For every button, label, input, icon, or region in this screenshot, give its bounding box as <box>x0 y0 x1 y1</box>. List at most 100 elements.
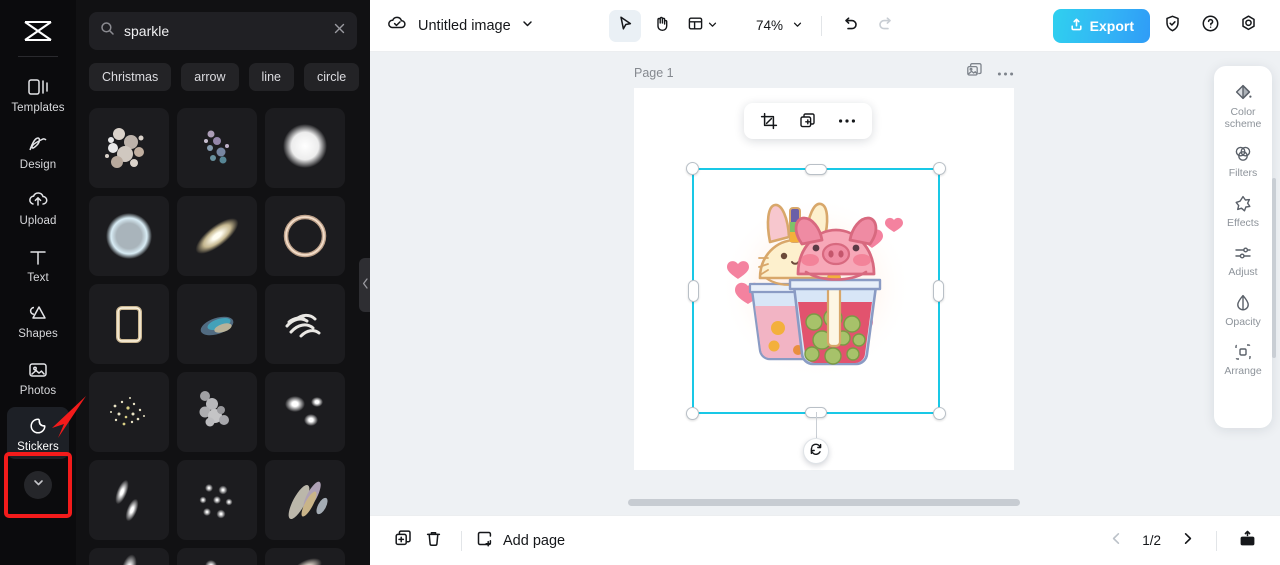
chip-christmas[interactable]: Christmas <box>89 63 172 91</box>
more-horizontal-icon[interactable] <box>997 64 1014 82</box>
sidebar-item-upload[interactable]: Upload <box>7 181 69 233</box>
templates-icon <box>25 75 51 99</box>
page-navigation: 1/2 <box>1102 526 1262 556</box>
undo-button[interactable] <box>834 10 866 42</box>
sticker-result-item[interactable] <box>265 548 345 565</box>
document-title[interactable]: Untitled image <box>418 18 511 34</box>
close-icon[interactable] <box>333 22 346 40</box>
sticker-result-item[interactable] <box>265 460 345 540</box>
sidebar-item-label: Stickers <box>17 441 59 453</box>
sidebar-item-text[interactable]: Text <box>7 238 69 290</box>
capcut-logo-icon[interactable] <box>16 14 60 48</box>
sidebar-expand-more-button[interactable] <box>24 470 52 499</box>
prev-page-button[interactable] <box>1102 527 1130 555</box>
add-page-button[interactable]: Add page <box>475 529 565 553</box>
filters-icon <box>1232 143 1254 165</box>
panel-item-opacity[interactable]: Opacity <box>1215 286 1271 336</box>
panel-collapse-handle[interactable] <box>359 258 370 312</box>
panel-item-adjust[interactable]: Adjust <box>1215 236 1271 286</box>
sticker-result-item[interactable] <box>177 460 257 540</box>
settings-gear-icon <box>1239 14 1258 38</box>
rotate-handle[interactable] <box>803 438 829 464</box>
sticker-result-item[interactable] <box>265 284 345 364</box>
color-scheme-icon <box>1232 82 1254 104</box>
delete-page-button[interactable] <box>418 526 448 556</box>
search-box[interactable] <box>89 12 357 50</box>
sidebar-item-photos[interactable]: Photos <box>7 351 69 403</box>
sidebar-item-label: Design <box>19 158 57 171</box>
sidebar-item-design[interactable]: Design <box>7 125 69 177</box>
zoom-control[interactable]: 74% <box>750 10 809 42</box>
chip-circle[interactable]: circle <box>304 63 360 91</box>
sticker-result-item[interactable] <box>89 196 169 276</box>
panel-item-filters[interactable]: Filters <box>1215 137 1271 187</box>
sticker-result-item[interactable] <box>265 108 345 188</box>
page-header: Page 1 <box>634 62 1014 84</box>
resize-handle-right[interactable] <box>933 280 944 302</box>
resize-handle-left[interactable] <box>688 280 699 302</box>
sticker-result-item[interactable] <box>89 372 169 452</box>
cloud-saved-icon[interactable] <box>386 13 408 38</box>
panel-item-arrange[interactable]: Arrange <box>1215 335 1271 385</box>
present-button[interactable] <box>1232 526 1262 556</box>
sticker-result-item[interactable] <box>177 548 257 565</box>
panel-item-label: Arrange <box>1224 365 1262 377</box>
search-icon <box>100 21 115 41</box>
sidebar-item-label: Templates <box>11 102 65 114</box>
selection-box[interactable] <box>686 162 946 464</box>
sticker-result-item[interactable] <box>89 284 169 364</box>
chip-arrow[interactable]: arrow <box>181 63 239 91</box>
chip-line[interactable]: line <box>248 63 294 91</box>
bottom-toolbar: Add page 1/2 <box>370 515 1280 565</box>
sticker-result-item[interactable] <box>265 196 345 276</box>
search-input[interactable] <box>124 23 324 39</box>
export-button[interactable]: Export <box>1052 8 1150 43</box>
sticker-result-item[interactable] <box>177 284 257 364</box>
effects-star-icon <box>1232 193 1254 215</box>
layout-tool-button[interactable] <box>681 10 724 42</box>
toolbar-left-group: Untitled image <box>386 13 534 38</box>
panel-item-effects[interactable]: Effects <box>1215 187 1271 237</box>
text-icon <box>25 245 51 269</box>
properties-panel-scrollbar[interactable] <box>1272 178 1276 358</box>
sticker-result-item[interactable] <box>89 108 169 188</box>
resize-handle-bottom-left[interactable] <box>686 407 699 420</box>
sticker-result-item[interactable] <box>177 108 257 188</box>
more-button[interactable] <box>834 108 860 134</box>
resize-handle-bottom-right[interactable] <box>933 407 946 420</box>
resize-handle-top-left[interactable] <box>686 162 699 175</box>
sidebar-item-templates[interactable]: Templates <box>7 68 69 120</box>
sticker-result-item[interactable] <box>177 196 257 276</box>
hand-tool-button[interactable] <box>645 10 677 42</box>
duplicate-button[interactable] <box>795 108 821 134</box>
resize-handle-top[interactable] <box>805 164 827 175</box>
next-page-button[interactable] <box>1173 527 1201 555</box>
panel-item-label: Adjust <box>1228 266 1258 278</box>
chevron-down-icon[interactable] <box>521 17 534 35</box>
sidebar-item-label: Text <box>27 271 49 284</box>
shield-button[interactable] <box>1156 10 1188 42</box>
sticker-result-item[interactable] <box>265 372 345 452</box>
panel-item-color-scheme[interactable]: Color scheme <box>1215 76 1271 137</box>
crop-button[interactable] <box>756 108 782 134</box>
top-toolbar: Untitled image 74% Export <box>370 0 1280 52</box>
cursor-arrow-icon <box>617 15 634 37</box>
sticker-result-item[interactable] <box>89 548 169 565</box>
duplicate-page-button[interactable] <box>388 526 418 556</box>
panel-item-label: Opacity <box>1225 315 1261 328</box>
shapes-icon <box>25 301 51 325</box>
redo-icon <box>877 14 895 37</box>
duplicate-image-icon[interactable] <box>966 62 983 84</box>
sticker-result-item[interactable] <box>177 372 257 452</box>
sidebar-item-stickers[interactable]: Stickers <box>7 407 69 459</box>
resize-handle-top-right[interactable] <box>933 162 946 175</box>
canvas-stage[interactable]: Page 1 Color scheme Filters Effects Adju… <box>370 52 1280 515</box>
select-tool-button[interactable] <box>609 9 641 42</box>
settings-button[interactable] <box>1232 10 1264 42</box>
canvas-horizontal-scrollbar[interactable] <box>628 499 1020 506</box>
sticker-result-item[interactable] <box>89 460 169 540</box>
help-button[interactable] <box>1194 10 1226 42</box>
sidebar-item-shapes[interactable]: Shapes <box>7 294 69 346</box>
redo-button[interactable] <box>870 10 902 42</box>
main-area: Untitled image 74% Export Page 1 Color s… <box>370 0 1280 565</box>
